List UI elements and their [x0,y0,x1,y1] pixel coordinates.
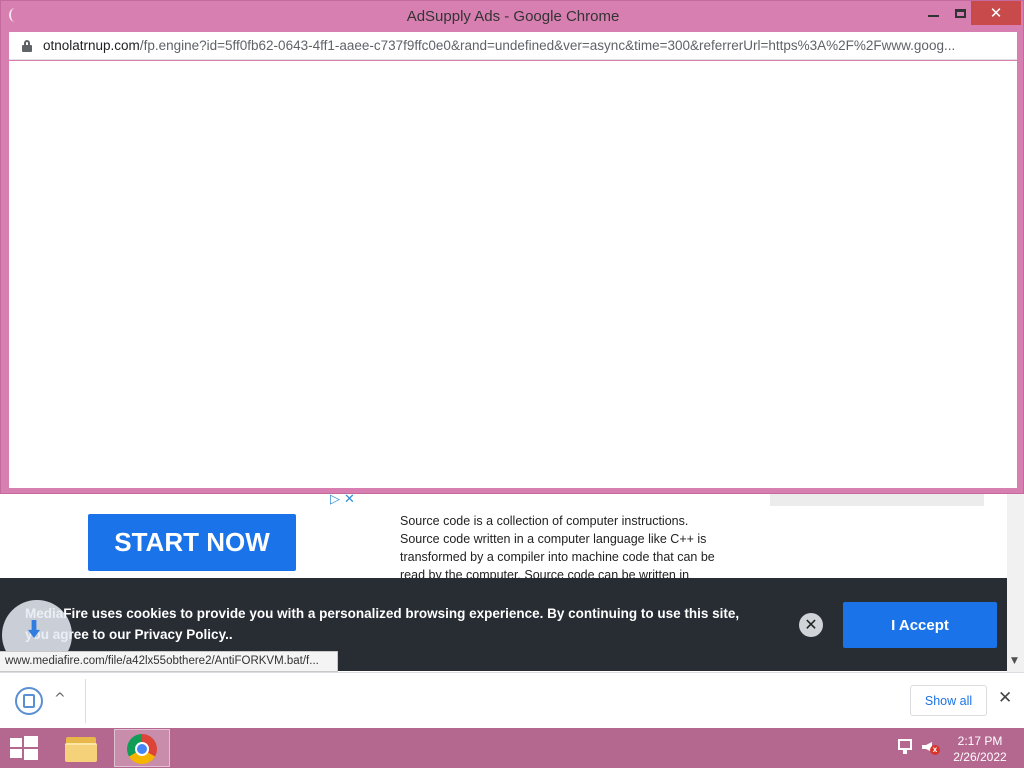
accept-cookies-button[interactable]: I Accept [843,602,997,648]
window-title-bar[interactable]: AdSupply Ads - Google Chrome ✕ [1,1,1023,32]
window-title: AdSupply Ads - Google Chrome [406,8,620,25]
system-clock[interactable]: 2:17 PM 2/26/2022 [948,733,1012,765]
chevron-up-icon[interactable]: ^ [54,691,66,707]
window-close-button[interactable]: ✕ [971,1,1021,25]
lock-icon[interactable] [22,40,32,52]
windows-start-icon[interactable] [10,736,38,760]
ad-placeholder [770,494,984,506]
url-text[interactable]: otnolatrnup.com/fp.engine?id=5ff0fb62-06… [43,38,1008,53]
minimize-icon [927,15,939,17]
source-code-text: Source code is a collection of computer … [400,514,715,578]
address-bar[interactable]: otnolatrnup.com/fp.engine?id=5ff0fb62-06… [9,32,1017,60]
cookie-banner-text: MediaFire uses cookies to provide you wi… [25,606,740,642]
popup-content-area [9,61,1017,488]
download-shelf: ^ Show all ✕ [0,672,1024,728]
scroll-down-arrow-icon[interactable]: ▼ [1011,656,1018,666]
cookie-close-button[interactable]: ✕ [799,613,823,637]
chrome-taskbar-button[interactable] [114,729,170,767]
maximize-icon [954,8,966,18]
network-icon[interactable] [898,739,914,755]
chrome-popup-window: AdSupply Ads - Google Chrome ✕ otnolatrn… [0,0,1024,494]
start-now-button[interactable]: START NOW [88,514,296,571]
ad-choices-icon[interactable]: ▷✕ [330,492,359,507]
show-all-button[interactable]: Show all [910,685,987,716]
url-domain: otnolatrnup.com [43,38,140,53]
volume-muted-icon[interactable]: x [922,738,940,756]
clock-time: 2:17 PM [957,734,1003,748]
clock-date: 2/26/2022 [953,750,1007,764]
status-bar-url: www.mediafire.com/file/a42lx55obthere2/A… [0,651,338,672]
download-shelf-close-icon[interactable]: ✕ [998,688,1012,708]
chrome-icon [127,734,157,764]
url-path: /fp.engine?id=5ff0fb62-0643-4ff1-aaee-c7… [139,38,956,53]
divider [85,679,86,723]
file-explorer-icon[interactable] [62,731,100,765]
download-file-icon[interactable] [15,687,43,715]
page-scrollbar[interactable]: ▼ [1007,494,1024,672]
download-arrow-icon [28,620,40,638]
taskbar: x 2:17 PM 2/26/2022 [0,728,1024,768]
